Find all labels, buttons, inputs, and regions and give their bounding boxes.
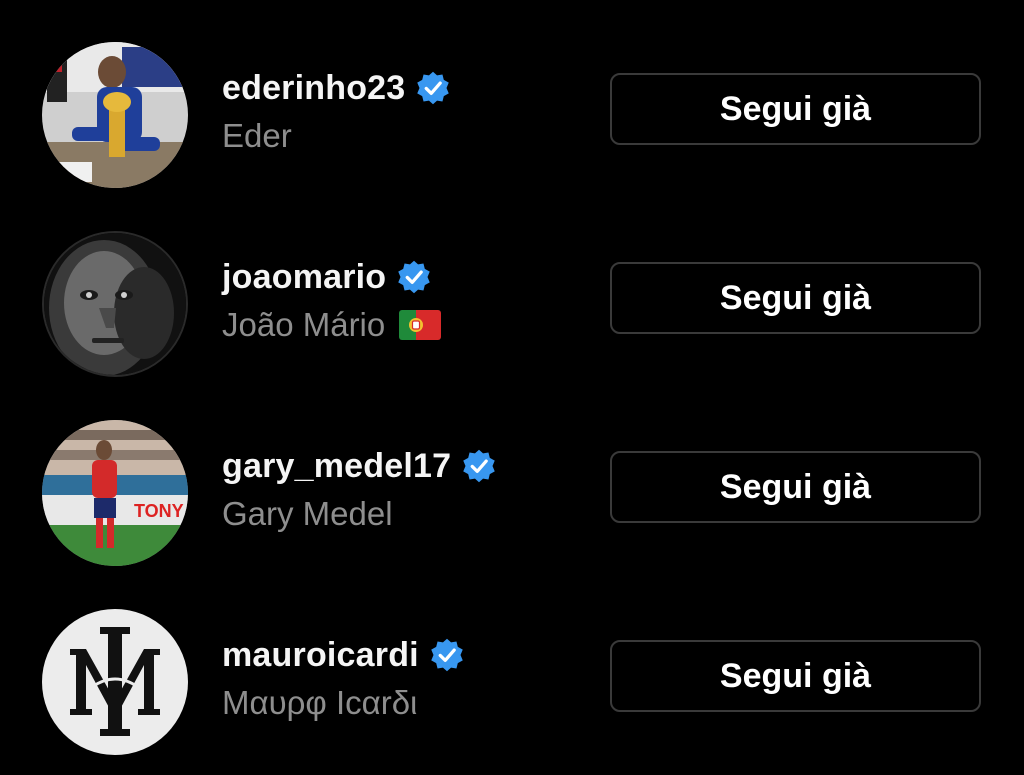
username[interactable]: joaomario bbox=[222, 258, 386, 297]
list-item[interactable]: TONY gary_medel17 Gary Medel Segui già bbox=[0, 420, 1024, 570]
avatar[interactable] bbox=[42, 42, 188, 188]
list-item[interactable]: joaomario João Mário Segui già bbox=[0, 231, 1024, 381]
verified-badge-icon bbox=[429, 637, 465, 673]
verified-badge-icon bbox=[396, 259, 432, 295]
mi-monogram-logo bbox=[42, 609, 188, 755]
svg-text:TONY: TONY bbox=[134, 501, 184, 521]
avatar[interactable] bbox=[42, 609, 188, 755]
following-button[interactable]: Segui già bbox=[610, 73, 981, 145]
verified-badge-icon bbox=[461, 448, 497, 484]
avatar-photo-trophy bbox=[42, 42, 188, 188]
avatar-photo-lion-face bbox=[44, 233, 186, 375]
full-name: Eder bbox=[222, 117, 292, 154]
full-name: Μαυρφ Ιcαrδι bbox=[222, 684, 418, 721]
full-name: Gary Medel bbox=[222, 495, 393, 532]
following-button[interactable]: Segui già bbox=[610, 262, 981, 334]
avatar[interactable] bbox=[42, 231, 188, 377]
following-button[interactable]: Segui già bbox=[610, 451, 981, 523]
list-item[interactable]: ederinho23 Eder Segui già bbox=[0, 42, 1024, 192]
username[interactable]: ederinho23 bbox=[222, 69, 405, 108]
following-button[interactable]: Segui già bbox=[610, 640, 981, 712]
verified-badge-icon bbox=[415, 70, 451, 106]
full-name: João Mário bbox=[222, 306, 386, 343]
username[interactable]: mauroicardi bbox=[222, 636, 419, 675]
portugal-flag-icon bbox=[399, 310, 442, 340]
avatar-photo-player-pitch: TONY bbox=[42, 420, 188, 566]
avatar[interactable]: TONY bbox=[42, 420, 188, 566]
list-item[interactable]: mauroicardi Μαυρφ Ιcαrδι Segui già bbox=[0, 609, 1024, 759]
following-list: ederinho23 Eder Segui già joaomario João… bbox=[0, 0, 1024, 775]
username[interactable]: gary_medel17 bbox=[222, 447, 451, 486]
